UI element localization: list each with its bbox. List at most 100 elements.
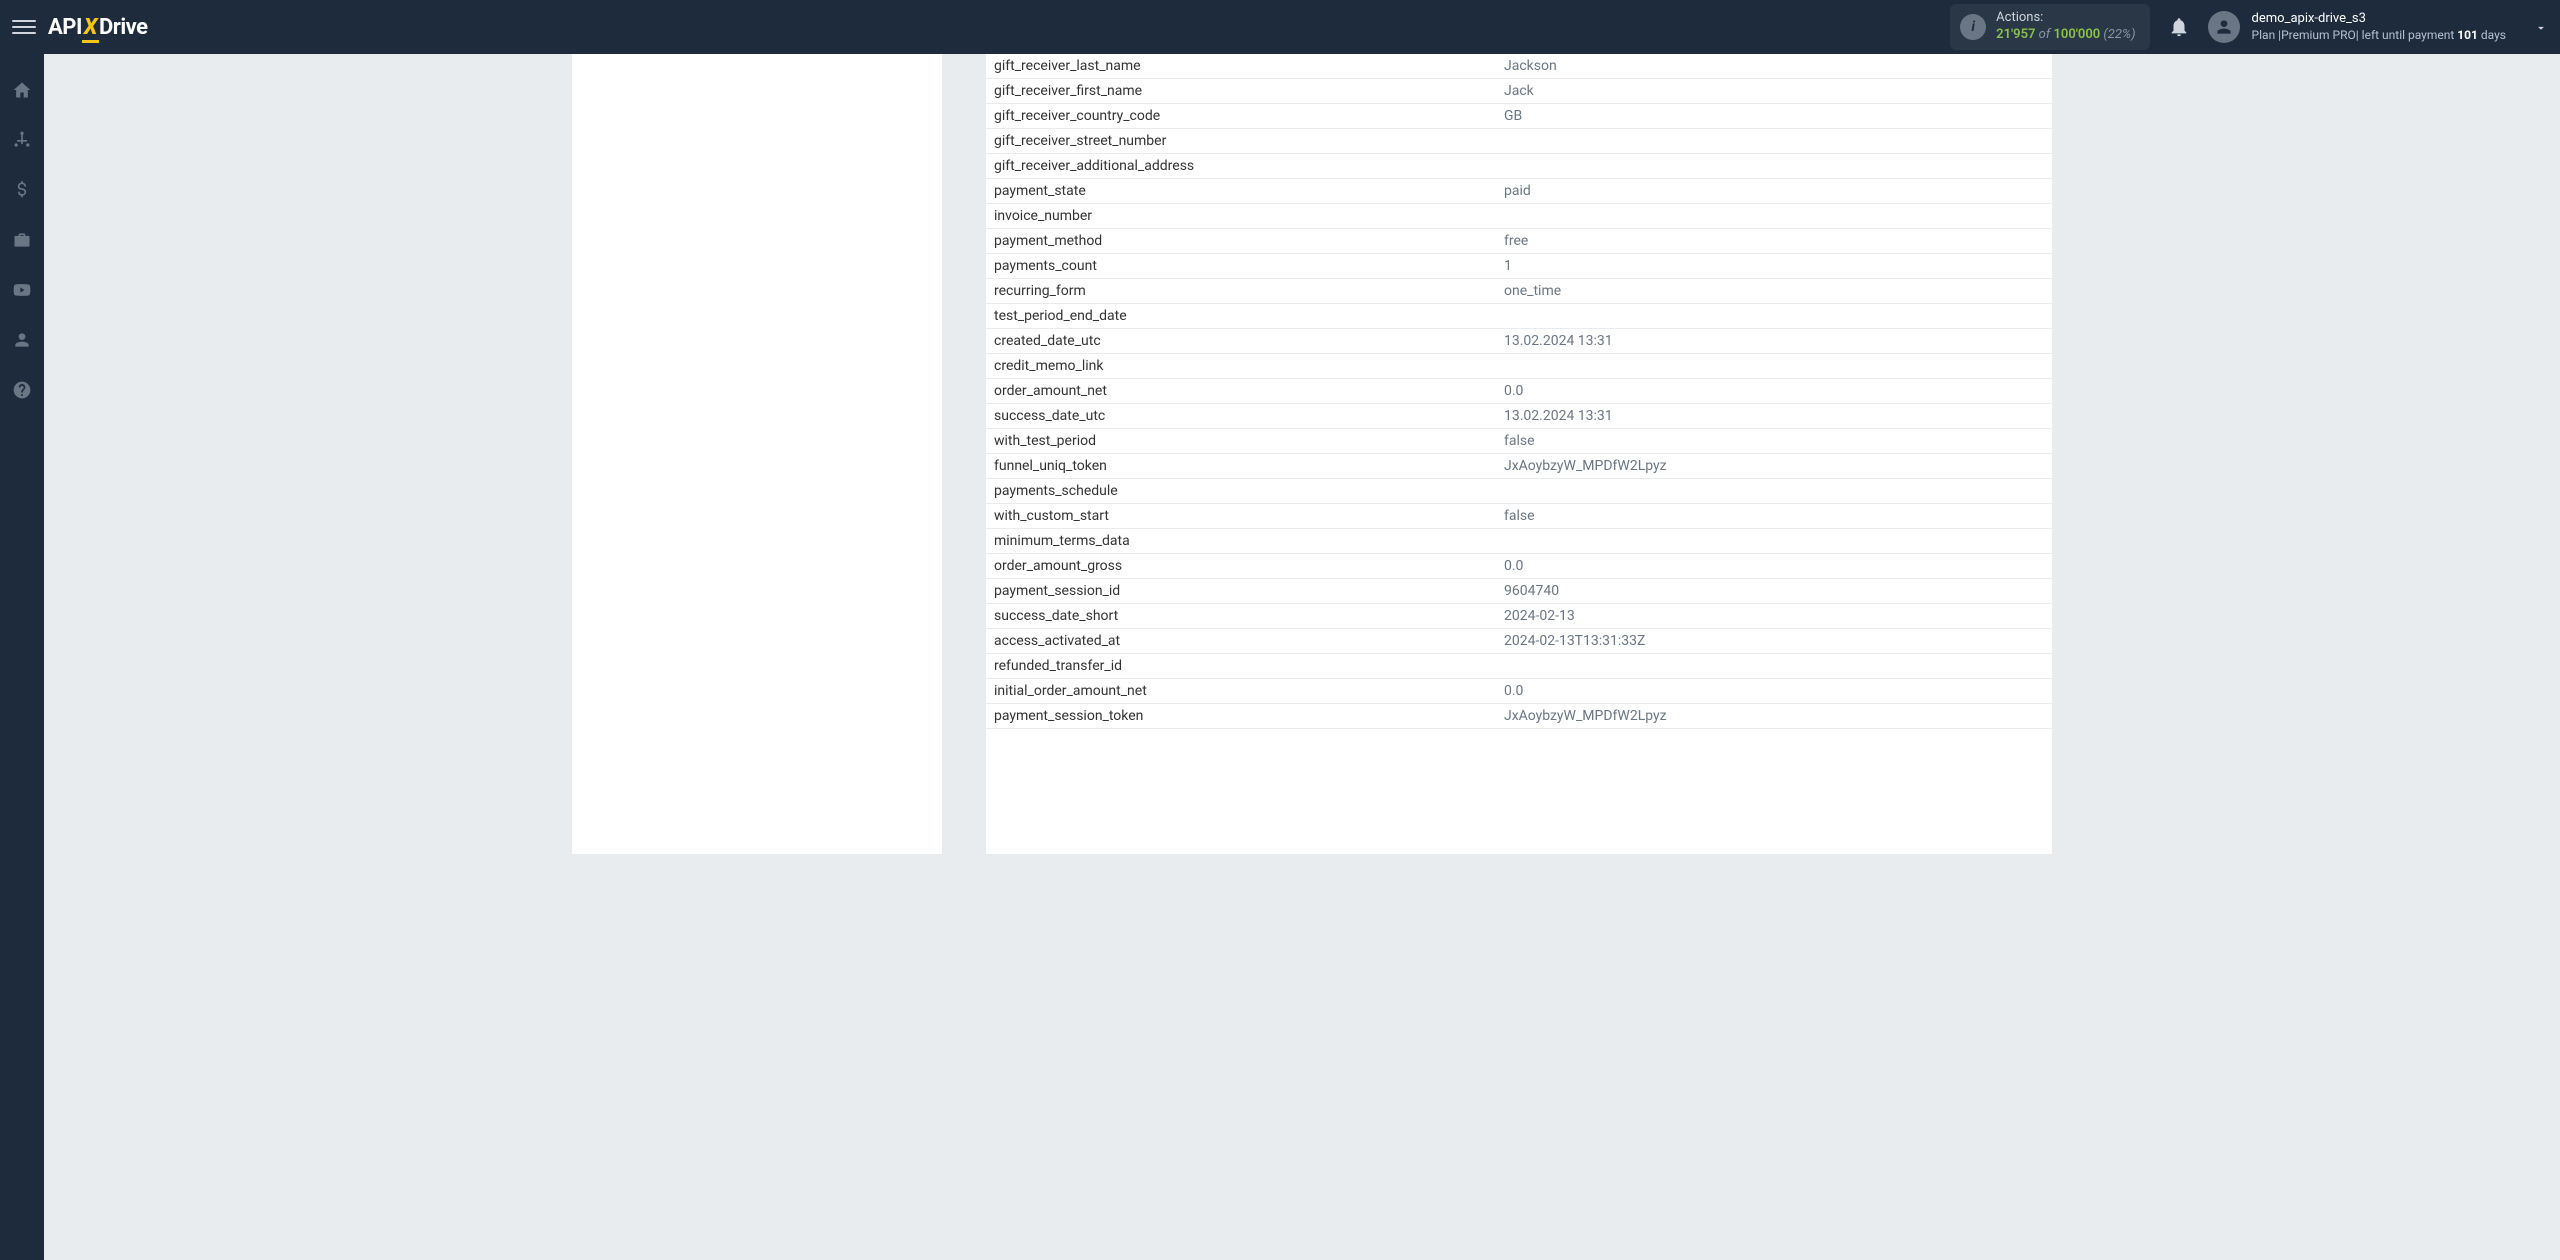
field-row: with_test_periodfalse (986, 429, 2052, 454)
actions-count: 21'957 (1996, 27, 2035, 42)
avatar-icon (2208, 11, 2240, 43)
field-key: success_date_short (994, 608, 1504, 624)
field-value: paid (1504, 183, 2044, 199)
actions-pct: (22%) (2103, 27, 2135, 42)
field-row: gift_receiver_additional_address (986, 154, 2052, 179)
field-value: JxAoybzyW_MPDfW2Lpyz (1504, 708, 2044, 724)
sidebar-item-help[interactable] (0, 374, 44, 406)
field-row: refunded_transfer_id (986, 654, 2052, 679)
field-key: success_date_utc (994, 408, 1504, 424)
field-key: invoice_number (994, 208, 1504, 224)
field-key: funnel_uniq_token (994, 458, 1504, 474)
actions-label: Actions: (1996, 10, 2135, 27)
field-row: minimum_terms_data (986, 529, 2052, 554)
field-row: test_period_end_date (986, 304, 2052, 329)
field-key: created_date_utc (994, 333, 1504, 349)
field-key: gift_receiver_last_name (994, 58, 1504, 74)
field-row: payments_schedule (986, 479, 2052, 504)
sidebar-item-account[interactable] (0, 324, 44, 356)
field-row: gift_receiver_last_nameJackson (986, 54, 2052, 79)
field-value: false (1504, 508, 2044, 524)
field-value: 2024-02-13T13:31:33Z (1504, 633, 2044, 649)
field-value: false (1504, 433, 2044, 449)
field-value: 9604740 (1504, 583, 2044, 599)
field-value: Jack (1504, 83, 2044, 99)
field-key: gift_receiver_street_number (994, 133, 1504, 149)
actions-counter[interactable]: i Actions: 21'957 of 100'000 (22%) (1950, 4, 2149, 50)
field-value: 0.0 (1504, 558, 2044, 574)
logo-api: API (48, 15, 82, 40)
field-key: payment_state (994, 183, 1504, 199)
field-row: order_amount_net0.0 (986, 379, 2052, 404)
main-content: gift_receiver_last_nameJacksongift_recei… (44, 54, 2560, 1260)
field-value: 2024-02-13 (1504, 608, 2044, 624)
field-value: one_time (1504, 283, 2044, 299)
field-value: 0.0 (1504, 383, 2044, 399)
field-row: payment_statepaid (986, 179, 2052, 204)
field-key: gift_receiver_country_code (994, 108, 1504, 124)
field-row: funnel_uniq_tokenJxAoybzyW_MPDfW2Lpyz (986, 454, 2052, 479)
field-value: 0.0 (1504, 683, 2044, 699)
field-row: gift_receiver_country_codeGB (986, 104, 2052, 129)
field-value: 13.02.2024 13:31 (1504, 408, 2044, 424)
field-row: created_date_utc13.02.2024 13:31 (986, 329, 2052, 354)
sidebar-item-home[interactable] (0, 74, 44, 106)
app-header: API X Drive i Actions: 21'957 of 100'000… (0, 0, 2560, 54)
field-key: recurring_form (994, 283, 1504, 299)
logo-x: X (84, 15, 97, 40)
fields-table: gift_receiver_last_nameJacksongift_recei… (986, 54, 2052, 729)
sidebar-item-briefcase[interactable] (0, 224, 44, 256)
field-key: test_period_end_date (994, 308, 1504, 324)
sidebar-item-youtube[interactable] (0, 274, 44, 306)
field-key: refunded_transfer_id (994, 658, 1504, 674)
field-row: payment_session_id9604740 (986, 579, 2052, 604)
field-key: gift_receiver_first_name (994, 83, 1504, 99)
field-row: recurring_formone_time (986, 279, 2052, 304)
field-row: order_amount_gross0.0 (986, 554, 2052, 579)
user-menu[interactable]: demo_apix-drive_s3 Plan |Premium PRO| le… (2208, 11, 2548, 43)
field-key: minimum_terms_data (994, 533, 1504, 549)
field-key: payment_method (994, 233, 1504, 249)
sidebar (0, 54, 44, 1260)
field-value: free (1504, 233, 2044, 249)
field-value: Jackson (1504, 58, 2044, 74)
sidebar-item-billing[interactable] (0, 174, 44, 206)
field-value: JxAoybzyW_MPDfW2Lpyz (1504, 458, 2044, 474)
field-key: access_activated_at (994, 633, 1504, 649)
field-value: 1 (1504, 258, 2044, 274)
field-row: invoice_number (986, 204, 2052, 229)
left-panel (572, 54, 942, 854)
actions-total: 100'000 (2053, 27, 2100, 42)
user-plan: Plan |Premium PRO| left until payment 10… (2252, 28, 2506, 44)
field-key: payments_count (994, 258, 1504, 274)
field-key: order_amount_net (994, 383, 1504, 399)
field-key: with_test_period (994, 433, 1504, 449)
sidebar-item-connections[interactable] (0, 124, 44, 156)
field-key: with_custom_start (994, 508, 1504, 524)
logo[interactable]: API X Drive (48, 15, 148, 40)
field-key: payment_session_token (994, 708, 1504, 724)
field-row: payment_methodfree (986, 229, 2052, 254)
user-name: demo_apix-drive_s3 (2252, 11, 2506, 28)
field-row: credit_memo_link (986, 354, 2052, 379)
field-row: access_activated_at2024-02-13T13:31:33Z (986, 629, 2052, 654)
field-row: gift_receiver_street_number (986, 129, 2052, 154)
field-key: payments_schedule (994, 483, 1504, 499)
field-row: with_custom_startfalse (986, 504, 2052, 529)
field-key: order_amount_gross (994, 558, 1504, 574)
bell-icon[interactable] (2168, 16, 2190, 38)
field-key: credit_memo_link (994, 358, 1504, 374)
field-value: 13.02.2024 13:31 (1504, 333, 2044, 349)
field-row: gift_receiver_first_nameJack (986, 79, 2052, 104)
field-value: GB (1504, 108, 2044, 124)
field-row: success_date_short2024-02-13 (986, 604, 2052, 629)
hamburger-menu-icon[interactable] (12, 15, 36, 39)
actions-of: of (2039, 27, 2051, 42)
field-row: initial_order_amount_net0.0 (986, 679, 2052, 704)
field-row: success_date_utc13.02.2024 13:31 (986, 404, 2052, 429)
field-row: payments_count1 (986, 254, 2052, 279)
logo-drive: Drive (99, 15, 148, 40)
field-key: gift_receiver_additional_address (994, 158, 1504, 174)
chevron-down-icon (2534, 20, 2548, 34)
info-icon: i (1960, 14, 1986, 40)
